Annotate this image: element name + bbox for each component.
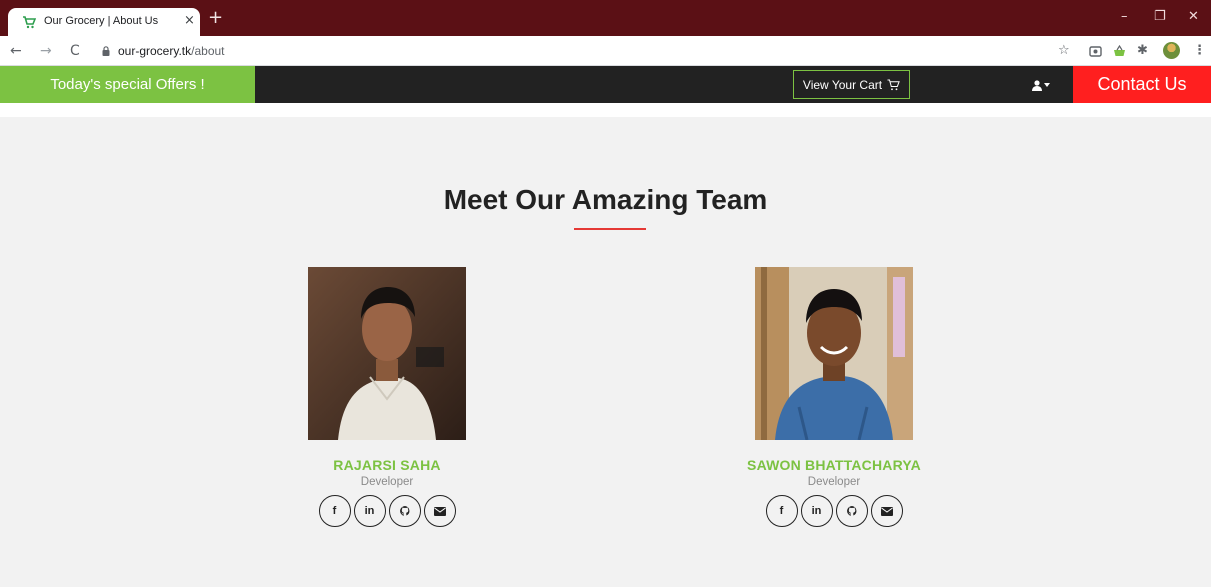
cart-icon — [887, 79, 900, 90]
social-links: f in — [714, 495, 954, 527]
member-photo — [308, 267, 466, 440]
view-cart-button[interactable]: View Your Cart — [793, 70, 910, 99]
bookmark-star-icon[interactable]: ☆ — [1058, 43, 1070, 59]
facebook-icon[interactable]: f — [318, 495, 351, 527]
social-links: f in — [267, 495, 507, 527]
browser-menu-icon[interactable]: ⋮ — [1193, 43, 1206, 59]
tab-close-icon[interactable]: × — [184, 13, 195, 29]
facebook-icon[interactable]: f — [765, 495, 798, 527]
member-role: Developer — [807, 476, 861, 488]
special-offers-link[interactable]: Today's special Offers ! — [0, 66, 255, 103]
url-field[interactable]: our-grocery.tk/about — [118, 44, 225, 58]
screenshot-extension-icon[interactable] — [1089, 46, 1102, 57]
grocery-extension-icon[interactable] — [1113, 45, 1126, 57]
team-member-card: SAWON BHATTACHARYA Developer f in — [714, 267, 954, 527]
member-photo — [755, 267, 913, 440]
site-navbar: Today's special Offers ! View Your Cart … — [0, 66, 1211, 103]
member-role: Developer — [360, 476, 414, 488]
tab-title: Our Grocery | About Us — [44, 15, 159, 27]
member-name: SAWON BHATTACHARYA — [747, 457, 921, 473]
envelope-glyph — [433, 506, 446, 516]
reload-button[interactable]: C — [70, 43, 80, 59]
window-close-button[interactable]: ✕ — [1188, 10, 1199, 24]
caret-down-icon — [1044, 83, 1050, 87]
github-icon[interactable] — [388, 495, 421, 527]
team-member-card: RAJARSI SAHA Developer f in — [267, 267, 507, 527]
browser-tab-bar: Our Grocery | About Us × + – ❐ ✕ — [0, 0, 1211, 36]
back-button[interactable]: ← — [10, 43, 22, 59]
nav-spacer — [0, 103, 1211, 117]
browser-tab[interactable]: Our Grocery | About Us × — [8, 8, 200, 36]
title-underline — [574, 228, 646, 230]
github-icon[interactable] — [835, 495, 868, 527]
url-path: /about — [191, 44, 225, 58]
about-main: Meet Our Amazing Team RAJARSI SAHA Devel… — [0, 117, 1211, 587]
forward-button[interactable]: → — [40, 43, 52, 59]
restore-button[interactable]: ❐ — [1154, 10, 1166, 24]
contact-us-button[interactable]: Contact Us — [1073, 66, 1211, 103]
profile-avatar[interactable] — [1163, 42, 1180, 59]
linkedin-icon[interactable]: in — [800, 495, 833, 527]
envelope-glyph — [880, 506, 893, 516]
minimize-button[interactable]: – — [1121, 10, 1128, 24]
user-menu[interactable] — [1032, 77, 1050, 93]
github-glyph — [399, 506, 409, 516]
member-name: RAJARSI SAHA — [333, 457, 441, 473]
url-host: our-grocery.tk — [118, 44, 192, 58]
github-glyph — [846, 506, 856, 516]
lock-icon — [102, 46, 110, 56]
new-tab-button[interactable]: + — [208, 9, 223, 27]
linkedin-icon[interactable]: in — [353, 495, 386, 527]
extensions-puzzle-icon[interactable]: ✱ — [1137, 43, 1148, 59]
address-bar: ← → C our-grocery.tk/about ☆ ✱ ⋮ — [0, 36, 1211, 66]
view-cart-label: View Your Cart — [802, 77, 883, 92]
cart-favicon-icon — [23, 16, 36, 29]
email-icon[interactable] — [870, 495, 903, 527]
user-icon — [1032, 79, 1042, 91]
page-title: Meet Our Amazing Team — [443, 184, 768, 215]
email-icon[interactable] — [423, 495, 456, 527]
